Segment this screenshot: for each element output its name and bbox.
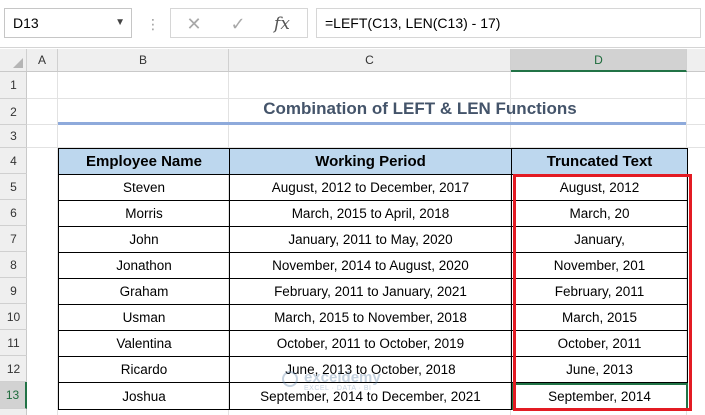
row-header-10[interactable]: 10 bbox=[0, 304, 27, 330]
title-underline bbox=[58, 122, 686, 125]
cell-truncated-text[interactable]: March, 2015 bbox=[511, 304, 688, 331]
header-employee-name[interactable]: Employee Name bbox=[58, 148, 230, 175]
cell-employee-name[interactable]: Jonathon bbox=[58, 252, 230, 279]
sheet-title: Combination of LEFT & LEN Functions bbox=[263, 99, 577, 118]
table-row: Graham February, 2011 to January, 2021 F… bbox=[58, 278, 688, 305]
cell-truncated-text[interactable]: November, 201 bbox=[511, 252, 688, 279]
table-header-row: Employee Name Working Period Truncated T… bbox=[58, 148, 688, 175]
column-header-row: A B C D bbox=[0, 49, 705, 72]
select-all-icon bbox=[13, 58, 23, 68]
cancel-icon[interactable]: ✕ bbox=[179, 11, 209, 37]
row-header-8[interactable]: 8 bbox=[0, 252, 27, 278]
cell-working-period[interactable]: February, 2011 to January, 2021 bbox=[229, 278, 512, 305]
formula-buttons: ✕ ✓ fx bbox=[170, 8, 308, 38]
cell-employee-name[interactable]: Steven bbox=[58, 174, 230, 201]
cell-employee-name[interactable]: Graham bbox=[58, 278, 230, 305]
cell-truncated-text[interactable]: January, bbox=[511, 226, 688, 253]
row-header-column: 1 2 3 4 5 6 7 8 9 10 11 12 13 bbox=[0, 72, 27, 415]
cell-working-period[interactable]: October, 2011 to October, 2019 bbox=[229, 330, 512, 357]
row-header-4[interactable]: 4 bbox=[0, 148, 27, 174]
cell-truncated-text[interactable]: March, 20 bbox=[511, 200, 688, 227]
row-header-13[interactable]: 13 bbox=[0, 382, 27, 409]
cell-employee-name[interactable]: Usman bbox=[58, 304, 230, 331]
chevron-down-icon[interactable]: ▼ bbox=[115, 9, 125, 37]
row-header-12[interactable]: 12 bbox=[0, 356, 27, 382]
cell-truncated-text[interactable]: August, 2012 bbox=[511, 174, 688, 201]
cell-truncated-text[interactable]: October, 2011 bbox=[511, 330, 688, 357]
check-icon[interactable]: ✓ bbox=[223, 11, 253, 37]
row-header-6[interactable]: 6 bbox=[0, 200, 27, 226]
cell-employee-name[interactable]: Ricardo bbox=[58, 356, 230, 383]
table-row: Jonathon November, 2014 to August, 2020 … bbox=[58, 252, 688, 279]
column-header-d[interactable]: D bbox=[511, 49, 687, 72]
column-header-c[interactable]: C bbox=[229, 49, 511, 71]
cell-working-period[interactable]: August, 2012 to December, 2017 bbox=[229, 174, 512, 201]
cell-truncated-text[interactable]: June, 2013 bbox=[511, 356, 688, 383]
select-all-button[interactable] bbox=[0, 49, 27, 71]
cell-truncated-text-selected[interactable]: September, 2014 bbox=[511, 382, 688, 410]
cell-working-period[interactable]: March, 2015 to April, 2018 bbox=[229, 200, 512, 227]
formula-bar: D13 ▼ ⋮ ✕ ✓ fx =LEFT(C13, LEN(C13) - 17) bbox=[0, 0, 705, 48]
cell-working-period[interactable]: June, 2013 to October, 2018 bbox=[229, 356, 512, 383]
table-row: Morris March, 2015 to April, 2018 March,… bbox=[58, 200, 688, 227]
cell-employee-name[interactable]: Valentina bbox=[58, 330, 230, 357]
name-box[interactable]: D13 ▼ bbox=[4, 8, 132, 38]
row-header-7[interactable]: 7 bbox=[0, 226, 27, 252]
row-header-5[interactable]: 5 bbox=[0, 174, 27, 200]
row-header-2[interactable]: 2 bbox=[0, 99, 27, 125]
name-box-value: D13 bbox=[13, 15, 39, 31]
table-row: Valentina October, 2011 to October, 2019… bbox=[58, 330, 688, 357]
header-truncated-text[interactable]: Truncated Text bbox=[511, 148, 688, 175]
cell-working-period[interactable]: January, 2011 to May, 2020 bbox=[229, 226, 512, 253]
drag-handle-icon[interactable]: ⋮ bbox=[146, 14, 160, 34]
insert-function-button[interactable]: fx bbox=[267, 11, 297, 37]
row-header-11[interactable]: 11 bbox=[0, 330, 27, 356]
cell-working-period[interactable]: March, 2015 to November, 2018 bbox=[229, 304, 512, 331]
header-working-period[interactable]: Working Period bbox=[229, 148, 512, 175]
cell-working-period[interactable]: November, 2014 to August, 2020 bbox=[229, 252, 512, 279]
table-row: John January, 2011 to May, 2020 January, bbox=[58, 226, 688, 253]
data-table: Employee Name Working Period Truncated T… bbox=[58, 148, 688, 410]
table-row: Joshua September, 2014 to December, 2021… bbox=[58, 382, 688, 410]
column-header-b[interactable]: B bbox=[58, 49, 229, 71]
table-row: Usman March, 2015 to November, 2018 Marc… bbox=[58, 304, 688, 331]
table-row: Ricardo June, 2013 to October, 2018 June… bbox=[58, 356, 688, 383]
cell-working-period[interactable]: September, 2014 to December, 2021 bbox=[229, 382, 512, 410]
column-header-a[interactable]: A bbox=[27, 49, 58, 71]
cell-employee-name[interactable]: Morris bbox=[58, 200, 230, 227]
formula-input[interactable]: =LEFT(C13, LEN(C13) - 17) bbox=[316, 8, 701, 38]
cell-truncated-text[interactable]: February, 2011 bbox=[511, 278, 688, 305]
row-header-1[interactable]: 1 bbox=[0, 72, 27, 99]
row-header-9[interactable]: 9 bbox=[0, 278, 27, 304]
table-row: Steven August, 2012 to December, 2017 Au… bbox=[58, 174, 688, 201]
row-header-3[interactable]: 3 bbox=[0, 125, 27, 148]
cell-employee-name[interactable]: Joshua bbox=[58, 382, 230, 410]
cell-employee-name[interactable]: John bbox=[58, 226, 230, 253]
